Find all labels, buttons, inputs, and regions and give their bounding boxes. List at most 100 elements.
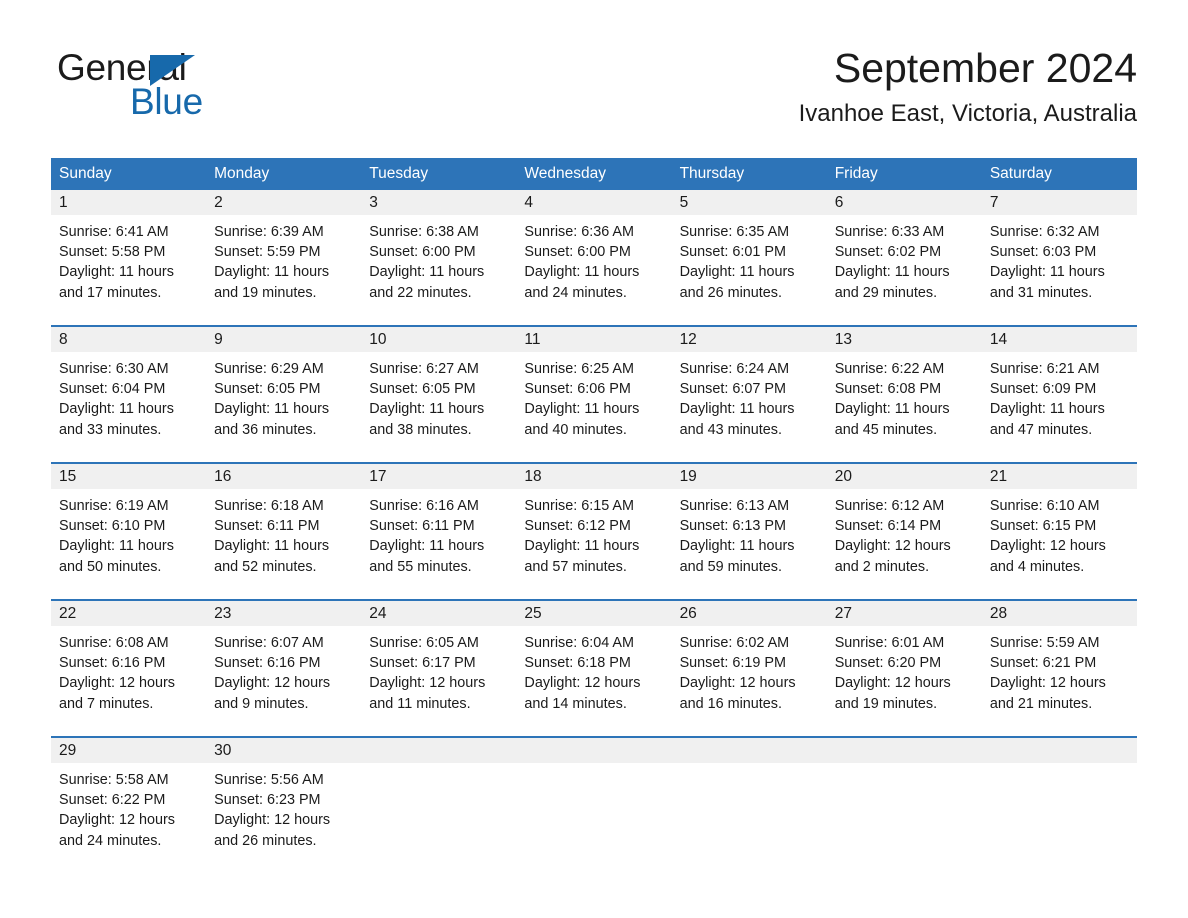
day-cell[interactable]: 12 Sunrise: 6:24 AM Sunset: 6:07 PM Dayl… [671, 327, 827, 449]
day-cell[interactable]: 17 Sunrise: 6:16 AM Sunset: 6:11 PM Dayl… [361, 464, 517, 586]
weekday-header-thursday: Thursday [679, 165, 745, 182]
day-cell[interactable]: 26 Sunrise: 6:02 AM Sunset: 6:19 PM Dayl… [671, 601, 827, 723]
day-cell[interactable]: 11 Sunrise: 6:25 AM Sunset: 6:06 PM Dayl… [516, 327, 672, 449]
day-number [826, 738, 982, 763]
day-details: Sunrise: 6:10 AM Sunset: 6:15 PM Dayligh… [982, 489, 1137, 577]
week-gap [51, 449, 1137, 462]
sunrise-text: Sunrise: 6:01 AM [834, 635, 945, 651]
day-cell-empty [671, 738, 827, 860]
day-number: 5 [671, 190, 827, 215]
week-row: 29 Sunrise: 5:58 AM Sunset: 6:22 PM Dayl… [51, 736, 1137, 860]
weekday-header-friday: Friday [834, 165, 878, 182]
day-cell[interactable]: 9 Sunrise: 6:29 AM Sunset: 6:05 PM Dayli… [206, 327, 362, 449]
day-cell[interactable]: 15 Sunrise: 6:19 AM Sunset: 6:10 PM Dayl… [51, 464, 207, 586]
day-cell-empty [516, 738, 672, 860]
day-number: 12 [671, 327, 827, 352]
day-details: Sunrise: 6:22 AM Sunset: 6:08 PM Dayligh… [827, 352, 982, 440]
day-cell[interactable]: 23 Sunrise: 6:07 AM Sunset: 6:16 PM Dayl… [206, 601, 362, 723]
day-number [516, 738, 672, 763]
day-cell[interactable]: 16 Sunrise: 6:18 AM Sunset: 6:11 PM Dayl… [206, 464, 362, 586]
calendar-table: Sunday Monday Tuesday Wednesday Thursday… [51, 158, 1137, 860]
sunrise-text: Sunrise: 6:29 AM [214, 361, 324, 377]
title-block: September 2024 Ivanhoe East, Victoria, A… [799, 44, 1137, 128]
day-cell[interactable]: 18 Sunrise: 6:15 AM Sunset: 6:12 PM Dayl… [516, 464, 672, 586]
day-details: Sunrise: 6:05 AM Sunset: 6:17 PM Dayligh… [361, 626, 516, 714]
sunset-text: Sunset: 6:07 PM [679, 381, 786, 398]
sunrise-text: Sunrise: 6:38 AM [369, 224, 479, 240]
sunset-text: Sunset: 6:21 PM [989, 655, 1097, 672]
sunrise-text: Sunrise: 6:39 AM [214, 224, 324, 240]
day-cell[interactable]: 4 Sunrise: 6:36 AM Sunset: 6:00 PM Dayli… [516, 190, 672, 312]
day-number: 17 [361, 464, 517, 489]
sunrise-text: Sunrise: 6:30 AM [59, 361, 169, 377]
day-cell[interactable]: 5 Sunrise: 6:35 AM Sunset: 6:01 PM Dayli… [671, 190, 827, 312]
day-cell[interactable]: 8 Sunrise: 6:30 AM Sunset: 6:04 PM Dayli… [51, 327, 207, 449]
day-cell[interactable]: 13 Sunrise: 6:22 AM Sunset: 6:08 PM Dayl… [826, 327, 982, 449]
daylight-text: Daylight: 11 hours and 52 minutes. [214, 538, 330, 575]
day-number: 20 [826, 464, 982, 489]
sunset-text: Sunset: 6:05 PM [369, 381, 476, 398]
sunrise-text: Sunrise: 6:18 AM [214, 498, 324, 514]
sunset-text: Sunset: 6:00 PM [369, 244, 476, 261]
sunrise-text: Sunrise: 5:56 AM [214, 772, 324, 788]
day-details: Sunrise: 6:33 AM Sunset: 6:02 PM Dayligh… [827, 215, 982, 303]
day-cell[interactable]: 1 Sunrise: 6:41 AM Sunset: 5:58 PM Dayli… [51, 190, 207, 312]
week-row: 1 Sunrise: 6:41 AM Sunset: 5:58 PM Dayli… [51, 190, 1137, 312]
day-cell[interactable]: 29 Sunrise: 5:58 AM Sunset: 6:22 PM Dayl… [51, 738, 207, 860]
sunset-text: Sunset: 6:16 PM [59, 655, 166, 672]
day-cell[interactable]: 21 Sunrise: 6:10 AM Sunset: 6:15 PM Dayl… [981, 464, 1137, 586]
sunset-text: Sunset: 6:05 PM [214, 381, 321, 398]
sunrise-text: Sunrise: 5:58 AM [59, 772, 169, 788]
day-cell[interactable]: 19 Sunrise: 6:13 AM Sunset: 6:13 PM Dayl… [671, 464, 827, 586]
day-number: 6 [826, 190, 982, 215]
sunset-text: Sunset: 6:08 PM [834, 381, 942, 398]
sunrise-text: Sunrise: 6:27 AM [369, 361, 479, 377]
sunset-text: Sunset: 6:09 PM [989, 381, 1097, 398]
day-cell[interactable]: 7 Sunrise: 6:32 AM Sunset: 6:03 PM Dayli… [981, 190, 1137, 312]
daylight-text: Daylight: 11 hours and 26 minutes. [679, 264, 795, 301]
day-cell[interactable]: 27 Sunrise: 6:01 AM Sunset: 6:20 PM Dayl… [826, 601, 982, 723]
day-number [361, 738, 517, 763]
day-cell[interactable]: 10 Sunrise: 6:27 AM Sunset: 6:05 PM Dayl… [361, 327, 517, 449]
day-cell[interactable]: 30 Sunrise: 5:56 AM Sunset: 6:23 PM Dayl… [206, 738, 362, 860]
day-details: Sunrise: 6:19 AM Sunset: 6:10 PM Dayligh… [51, 489, 206, 577]
generalblue-logo[interactable]: General Blue [57, 48, 317, 126]
sunset-text: Sunset: 6:23 PM [214, 792, 321, 809]
day-cell[interactable]: 14 Sunrise: 6:21 AM Sunset: 6:09 PM Dayl… [981, 327, 1137, 449]
day-cell[interactable]: 25 Sunrise: 6:04 AM Sunset: 6:18 PM Dayl… [516, 601, 672, 723]
day-details: Sunrise: 6:15 AM Sunset: 6:12 PM Dayligh… [516, 489, 671, 577]
day-cell[interactable]: 6 Sunrise: 6:33 AM Sunset: 6:02 PM Dayli… [826, 190, 982, 312]
day-cell-empty [361, 738, 517, 860]
sunset-text: Sunset: 6:02 PM [834, 244, 942, 261]
sunset-text: Sunset: 6:06 PM [524, 381, 631, 398]
sunrise-text: Sunrise: 6:35 AM [679, 224, 790, 240]
sunrise-text: Sunrise: 5:59 AM [989, 635, 1100, 651]
day-number: 25 [516, 601, 672, 626]
day-number: 23 [206, 601, 362, 626]
day-cell[interactable]: 22 Sunrise: 6:08 AM Sunset: 6:16 PM Dayl… [51, 601, 207, 723]
day-details: Sunrise: 6:25 AM Sunset: 6:06 PM Dayligh… [516, 352, 671, 440]
day-number: 13 [826, 327, 982, 352]
sunset-text: Sunset: 5:59 PM [214, 244, 321, 261]
day-number [671, 738, 827, 763]
day-details: Sunrise: 5:56 AM Sunset: 6:23 PM Dayligh… [206, 763, 361, 851]
week-row: 15 Sunrise: 6:19 AM Sunset: 6:10 PM Dayl… [51, 462, 1137, 586]
sunrise-text: Sunrise: 6:16 AM [369, 498, 479, 514]
day-cell[interactable]: 28 Sunrise: 5:59 AM Sunset: 6:21 PM Dayl… [981, 601, 1137, 723]
page-title: September 2024 [833, 45, 1137, 91]
daylight-text: Daylight: 11 hours and 59 minutes. [679, 538, 795, 575]
day-details [982, 763, 1137, 770]
weekday-header-tuesday: Tuesday [369, 165, 429, 182]
daylight-text: Daylight: 11 hours and 17 minutes. [59, 264, 174, 301]
day-cell[interactable]: 24 Sunrise: 6:05 AM Sunset: 6:17 PM Dayl… [361, 601, 517, 723]
sunrise-text: Sunrise: 6:25 AM [524, 361, 635, 377]
calendar-page: General Blue September 2024 Ivanhoe East… [0, 0, 1188, 918]
day-cell[interactable]: 2 Sunrise: 6:39 AM Sunset: 5:59 PM Dayli… [206, 190, 362, 312]
daylight-text: Daylight: 11 hours and 31 minutes. [989, 264, 1105, 301]
week-gap [51, 586, 1137, 599]
daylight-text: Daylight: 12 hours and 24 minutes. [59, 812, 175, 849]
day-cell[interactable]: 20 Sunrise: 6:12 AM Sunset: 6:14 PM Dayl… [826, 464, 982, 586]
day-number: 26 [671, 601, 827, 626]
day-number: 28 [981, 601, 1137, 626]
day-cell[interactable]: 3 Sunrise: 6:38 AM Sunset: 6:00 PM Dayli… [361, 190, 517, 312]
